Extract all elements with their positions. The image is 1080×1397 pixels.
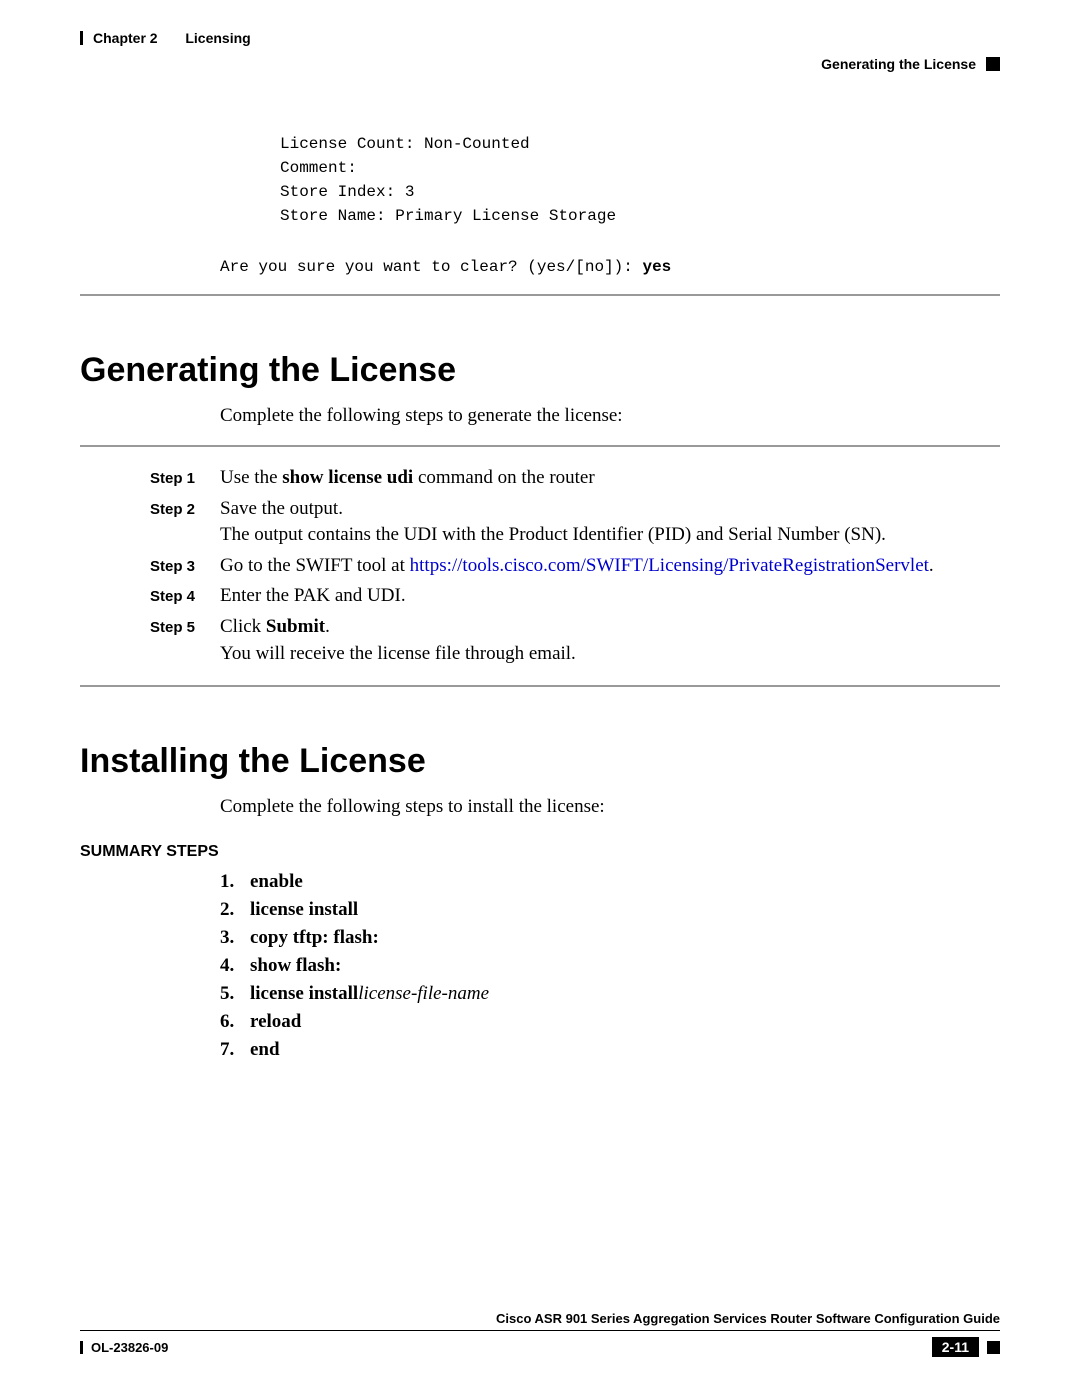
footer-box-icon <box>987 1341 1000 1354</box>
footer-bar-icon <box>80 1341 83 1354</box>
summary-steps-list: 1.enable 2.license install 3.copy tftp: … <box>220 871 1000 1061</box>
steps-list: Step 1 Use the show license udi command … <box>150 465 1000 667</box>
list-item: 5.license install license-file-name <box>220 983 1000 1005</box>
page-footer: Cisco ASR 901 Series Aggregation Service… <box>80 1311 1000 1357</box>
divider <box>80 685 1000 687</box>
swift-link[interactable]: https://tools.cisco.com/SWIFT/Licensing/… <box>410 555 929 576</box>
section-heading-installing: Installing the License <box>80 742 1000 781</box>
doc-id: OL-23826-09 <box>91 1340 168 1355</box>
header-right: Generating the License <box>80 56 1000 72</box>
step-row: Step 5 Click Submit. You will receive th… <box>150 614 1000 667</box>
list-item: 7.end <box>220 1039 1000 1061</box>
footer-left: OL-23826-09 <box>80 1340 168 1355</box>
footer-right: 2-11 <box>932 1337 1000 1357</box>
section2-intro: Complete the following steps to install … <box>220 796 1000 818</box>
step-row: Step 3 Go to the SWIFT tool at https://t… <box>150 553 1000 580</box>
divider <box>80 445 1000 447</box>
summary-steps-label: SUMMARY STEPS <box>80 843 1000 861</box>
list-item: 2.license install <box>220 899 1000 921</box>
step-text: Enter the PAK and UDI. <box>220 583 406 610</box>
section1-intro: Complete the following steps to generate… <box>220 405 1000 427</box>
header-box-icon <box>986 57 1000 71</box>
step-row: Step 2 Save the output. The output conta… <box>150 496 1000 549</box>
divider <box>80 294 1000 296</box>
chapter-title: Licensing <box>185 30 250 46</box>
header-bar-icon <box>80 31 83 45</box>
list-item: 1.enable <box>220 871 1000 893</box>
list-item: 4.show flash: <box>220 955 1000 977</box>
step-text: Save the output. The output contains the… <box>220 496 886 549</box>
section-title: Generating the License <box>821 56 976 72</box>
terminal-output: License Count: Non-Counted Comment: Stor… <box>280 132 1000 228</box>
terminal-prompt: Are you sure you want to clear? (yes/[no… <box>220 258 1000 276</box>
section-heading-generating: Generating the License <box>80 351 1000 390</box>
list-item: 6.reload <box>220 1011 1000 1033</box>
step-row: Step 4 Enter the PAK and UDI. <box>150 583 1000 610</box>
list-item: 3.copy tftp: flash: <box>220 927 1000 949</box>
chapter-label: Chapter 2 <box>93 30 158 46</box>
page-header: Chapter 2 Licensing Generating the Licen… <box>80 30 1000 72</box>
step-text: Use the show license udi command on the … <box>220 465 595 492</box>
step-text: Click Submit. You will receive the licen… <box>220 614 576 667</box>
step-row: Step 1 Use the show license udi command … <box>150 465 1000 492</box>
header-left: Chapter 2 Licensing <box>80 30 1000 46</box>
footer-guide-title: Cisco ASR 901 Series Aggregation Service… <box>80 1311 1000 1326</box>
step-text: Go to the SWIFT tool at https://tools.ci… <box>220 553 934 580</box>
page-number: 2-11 <box>932 1337 979 1357</box>
footer-rule <box>80 1330 1000 1331</box>
